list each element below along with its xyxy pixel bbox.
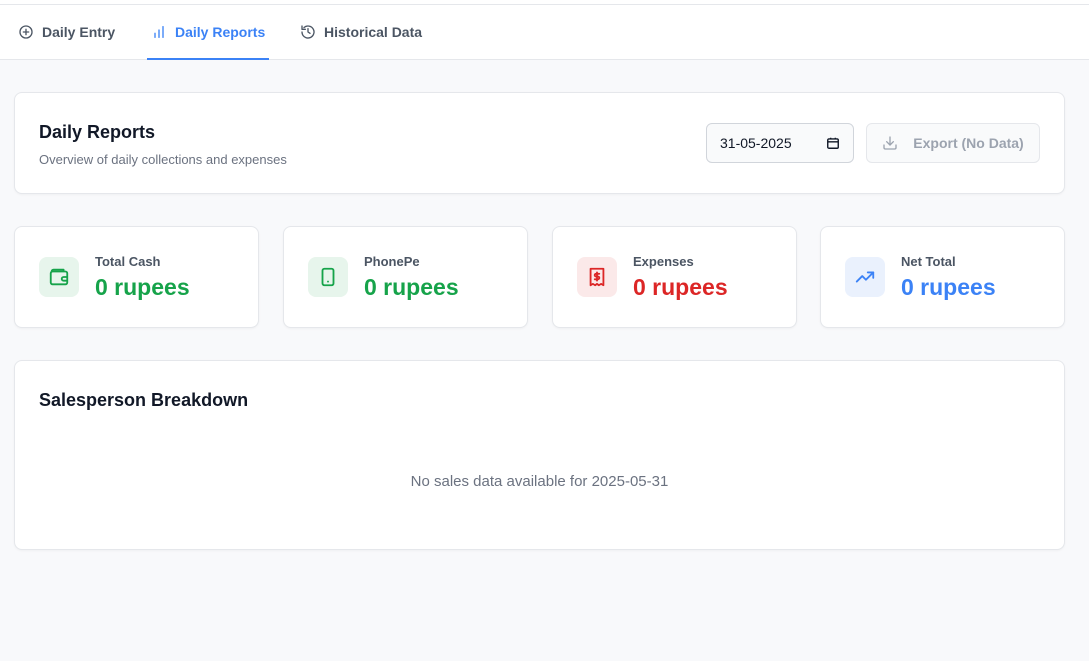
stat-label: Total Cash: [95, 254, 161, 269]
date-picker-input[interactable]: 31-05-2025: [706, 123, 854, 163]
stat-label: Expenses: [633, 254, 694, 269]
trending-up-icon: [845, 257, 885, 297]
stat-label: PhonePe: [364, 254, 420, 269]
tab-daily-reports[interactable]: Daily Reports: [146, 5, 270, 60]
tab-label: Historical Data: [324, 24, 423, 40]
stat-value: 0 rupees: [901, 274, 996, 300]
tab-daily-entry[interactable]: Daily Entry: [18, 5, 115, 59]
page-subtitle: Overview of daily collections and expens…: [39, 152, 287, 167]
tab-bar: Daily Entry Daily Reports Historical Dat…: [0, 5, 1089, 60]
wallet-icon: [39, 257, 79, 297]
date-value: 31-05-2025: [720, 135, 792, 151]
calendar-icon[interactable]: [826, 136, 840, 150]
stat-card-phonepe: PhonePe 0 rupees: [283, 226, 528, 328]
section-title: Salesperson Breakdown: [39, 390, 249, 410]
bar-chart-icon: [151, 24, 167, 40]
tab-label: Daily Reports: [175, 24, 266, 40]
export-button[interactable]: Export (No Data): [866, 123, 1040, 163]
plus-circle-icon: [18, 24, 34, 40]
tab-historical-data[interactable]: Historical Data: [300, 5, 422, 59]
reports-header-card: Daily Reports Overview of daily collecti…: [14, 92, 1065, 194]
stat-value: 0 rupees: [364, 274, 459, 300]
history-icon: [300, 24, 316, 40]
stat-value: 0 rupees: [95, 274, 190, 300]
stat-value: 0 rupees: [633, 274, 728, 300]
stat-label: Net Total: [901, 254, 956, 269]
page-title: Daily Reports: [39, 122, 156, 142]
download-icon: [882, 135, 898, 151]
smartphone-icon: [308, 257, 348, 297]
salesperson-breakdown-card: Salesperson Breakdown No sales data avai…: [14, 360, 1065, 550]
tab-label: Daily Entry: [42, 24, 116, 40]
empty-state-message: No sales data available for 2025-05-31: [410, 473, 669, 490]
stat-card-expenses: Expenses 0 rupees: [552, 226, 797, 328]
receipt-icon: [577, 257, 617, 297]
export-label: Export (No Data): [913, 135, 1024, 151]
stat-card-total-cash: Total Cash 0 rupees: [14, 226, 259, 328]
stat-card-net-total: Net Total 0 rupees: [820, 226, 1065, 328]
